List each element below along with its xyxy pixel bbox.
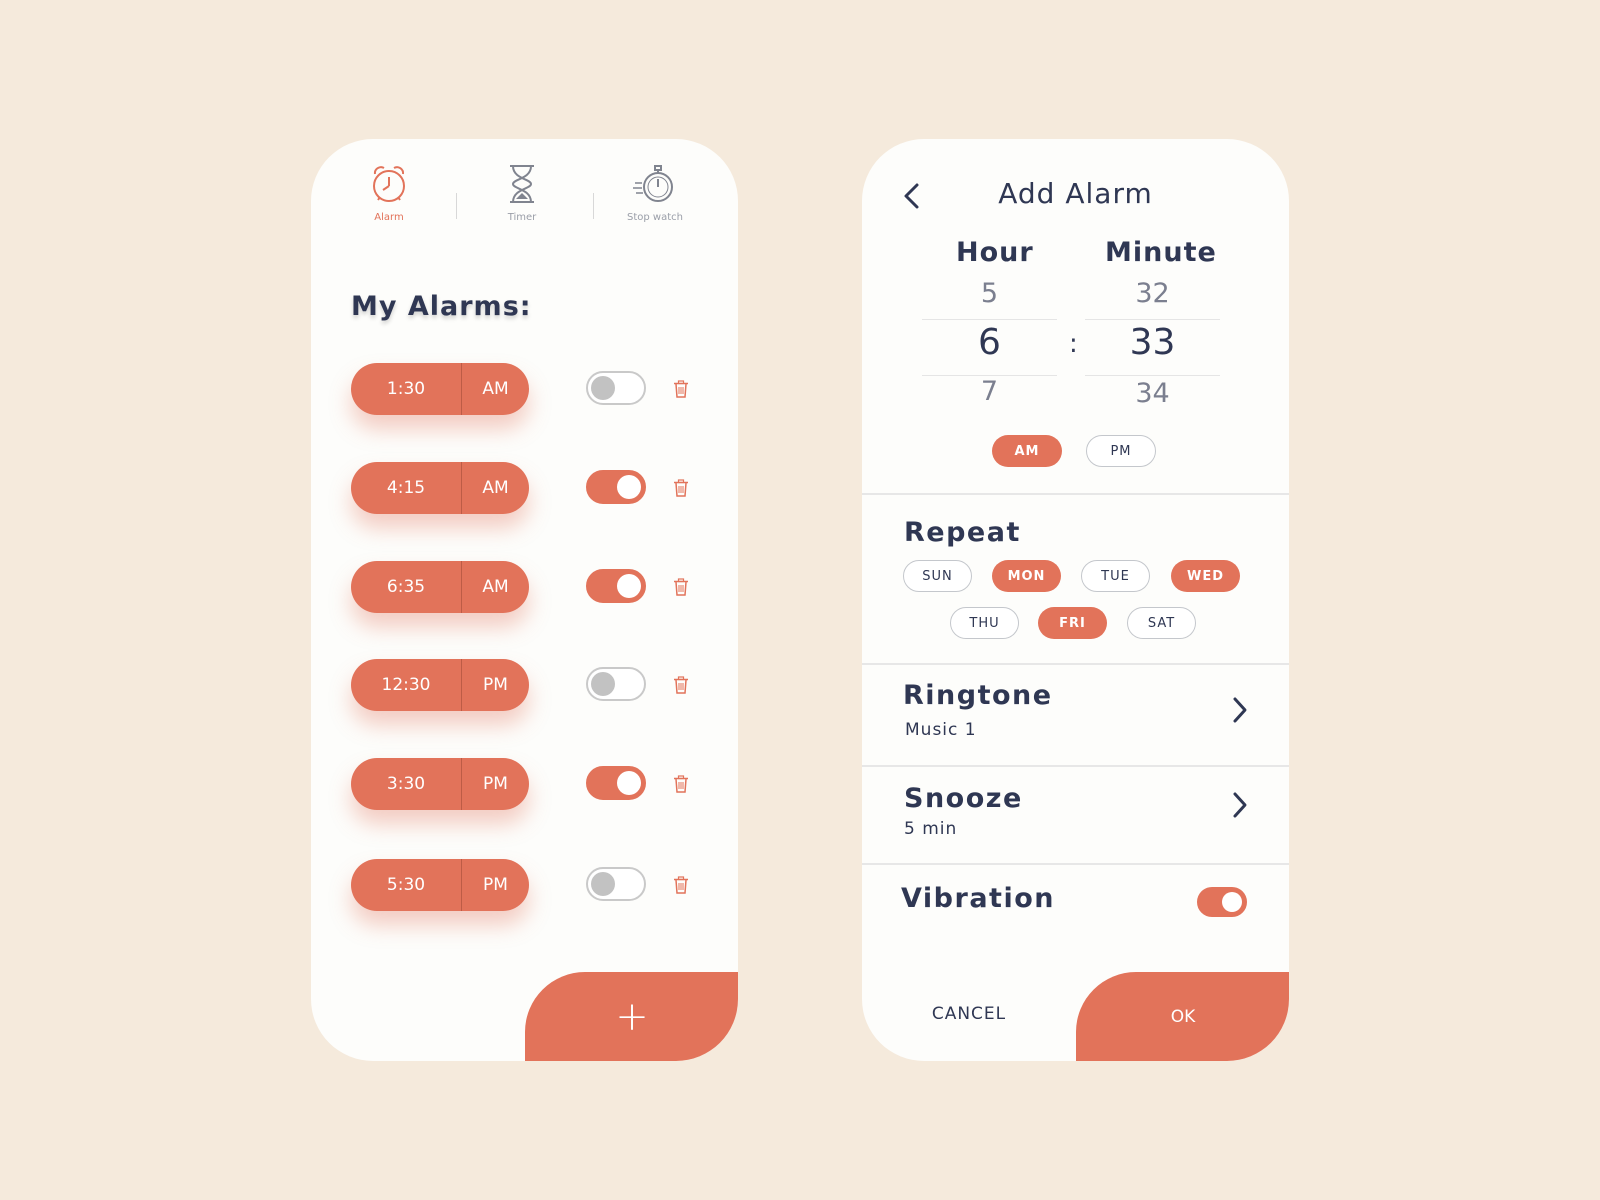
tab-divider <box>456 193 457 219</box>
divider <box>862 663 1289 665</box>
tab-stopwatch[interactable]: Stop watch <box>600 161 710 223</box>
alarm-toggle[interactable] <box>586 867 646 901</box>
alarm-toggle[interactable] <box>586 470 646 504</box>
chevron-right-icon <box>1233 697 1247 723</box>
alarm-time-pill[interactable]: 6:35 AM <box>351 561 529 613</box>
divider <box>862 863 1289 865</box>
alarm-period: PM <box>483 875 508 895</box>
day-chip-sun[interactable]: SUN <box>903 560 972 592</box>
time-separator: : <box>1069 329 1078 359</box>
snooze-value: 5 min <box>904 819 958 839</box>
alarm-period: PM <box>483 774 508 794</box>
tab-timer[interactable]: Timer <box>467 161 577 223</box>
picker-line <box>1085 375 1220 376</box>
trash-icon[interactable] <box>673 876 689 894</box>
day-chip-tue[interactable]: TUE <box>1081 560 1150 592</box>
hourglass-icon <box>510 165 534 203</box>
divider <box>862 765 1289 767</box>
ok-button[interactable]: OK <box>1076 972 1289 1061</box>
alarm-clock-icon <box>373 166 405 202</box>
minute-option[interactable]: 32 <box>1085 278 1220 309</box>
tab-bar: Alarm Timer Stop watch <box>311 161 738 241</box>
snooze-label: Snooze <box>904 783 1023 814</box>
alarm-time: 5:30 <box>386 875 426 895</box>
stopwatch-icon <box>633 165 673 202</box>
tab-stopwatch-label: Stop watch <box>627 212 683 223</box>
alarm-time: 4:15 <box>386 478 426 498</box>
page-title: My Alarms: <box>351 291 532 322</box>
trash-icon[interactable] <box>673 775 689 793</box>
tab-timer-label: Timer <box>507 212 537 223</box>
alarm-row: 3:30 PM <box>351 758 711 810</box>
picker-line <box>922 319 1057 320</box>
alarm-toggle[interactable] <box>586 766 646 800</box>
cancel-button[interactable]: CANCEL <box>862 994 1076 1034</box>
alarm-row: 1:30 AM <box>351 363 711 415</box>
toggle-knob <box>617 771 641 795</box>
alarm-time-pill[interactable]: 5:30 PM <box>351 859 529 911</box>
ringtone-value: Music 1 <box>905 720 977 740</box>
day-chip-fri[interactable]: FRI <box>1038 607 1107 639</box>
hour-label: Hour <box>956 237 1034 268</box>
alarm-period: AM <box>482 577 509 597</box>
alarm-time-pill[interactable]: 1:30 AM <box>351 363 529 415</box>
tab-alarm[interactable]: Alarm <box>334 161 444 223</box>
alarm-toggle[interactable] <box>586 371 646 405</box>
toggle-knob <box>591 376 615 400</box>
trash-icon[interactable] <box>673 380 689 398</box>
alarm-time: 6:35 <box>386 577 426 597</box>
minute-label: Minute <box>1105 237 1217 268</box>
divider <box>862 493 1289 495</box>
hour-option[interactable]: 5 <box>922 278 1057 309</box>
alarm-time: 12:30 <box>381 675 431 695</box>
add-alarm-button[interactable]: + <box>525 972 738 1061</box>
vibration-toggle[interactable] <box>1197 887 1247 917</box>
alarm-row: 12:30 PM <box>351 659 711 711</box>
toggle-knob <box>617 574 641 598</box>
alarm-row: 5:30 PM <box>351 859 711 911</box>
day-chip-mon[interactable]: MON <box>992 560 1061 592</box>
picker-line <box>1085 319 1220 320</box>
ringtone-label: Ringtone <box>903 680 1053 711</box>
trash-icon[interactable] <box>673 676 689 694</box>
toggle-knob <box>1222 892 1242 912</box>
trash-icon[interactable] <box>673 578 689 596</box>
alarm-list-screen: Alarm Timer Stop watch My Alarms: 1:30 A… <box>311 139 738 1061</box>
alarm-time-pill[interactable]: 12:30 PM <box>351 659 529 711</box>
toggle-knob <box>617 475 641 499</box>
repeat-label: Repeat <box>904 517 1021 548</box>
alarm-time: 3:30 <box>386 774 426 794</box>
chevron-right-icon <box>1233 792 1247 818</box>
day-chip-wed[interactable]: WED <box>1171 560 1240 592</box>
alarm-toggle[interactable] <box>586 569 646 603</box>
trash-icon[interactable] <box>673 479 689 497</box>
am-button[interactable]: AM <box>992 435 1062 467</box>
day-chip-thu[interactable]: THU <box>950 607 1019 639</box>
toggle-knob <box>591 872 615 896</box>
alarm-toggle[interactable] <box>586 667 646 701</box>
alarm-period: PM <box>483 675 508 695</box>
vibration-label: Vibration <box>901 883 1055 914</box>
day-chip-sat[interactable]: SAT <box>1127 607 1196 639</box>
hour-option[interactable]: 7 <box>922 376 1057 407</box>
alarm-row: 6:35 AM <box>351 561 711 613</box>
tab-divider <box>593 193 594 219</box>
alarm-period: AM <box>482 379 509 399</box>
page-title: Add Alarm <box>998 177 1153 210</box>
hour-selected[interactable]: 6 <box>922 322 1057 363</box>
tab-alarm-label: Alarm <box>374 212 404 223</box>
minute-selected[interactable]: 33 <box>1085 322 1220 363</box>
toggle-knob <box>591 672 615 696</box>
alarm-time-pill[interactable]: 4:15 AM <box>351 462 529 514</box>
alarm-time-pill[interactable]: 3:30 PM <box>351 758 529 810</box>
add-alarm-screen: Add Alarm Hour Minute 5 6 7 : 32 33 34 A… <box>862 139 1289 1061</box>
alarm-period: AM <box>482 478 509 498</box>
pm-button[interactable]: PM <box>1086 435 1156 467</box>
minute-option[interactable]: 34 <box>1085 378 1220 409</box>
alarm-row: 4:15 AM <box>351 462 711 514</box>
alarm-time: 1:30 <box>386 379 426 399</box>
